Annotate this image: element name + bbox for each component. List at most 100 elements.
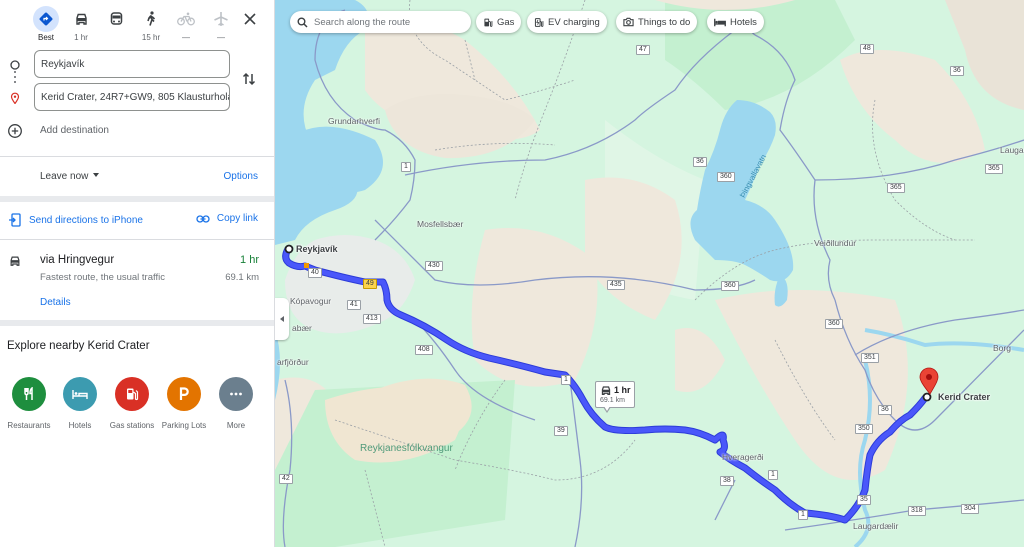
- route-name: via Hringvegur: [40, 254, 115, 266]
- origin-circle-icon: [10, 60, 20, 70]
- copy-link-button[interactable]: Copy link: [196, 213, 258, 224]
- road-shield: 430: [425, 261, 443, 271]
- category-gas-stations[interactable]: Gas stations: [102, 377, 162, 430]
- swap-waypoints-icon[interactable]: [240, 70, 258, 88]
- map-base: [275, 0, 1024, 547]
- section-separator: [0, 320, 274, 326]
- collapse-panel-button[interactable]: [275, 298, 289, 340]
- map-canvas[interactable]: Reykjavík Kerid Crater Grundarhverfi Mos…: [275, 0, 1024, 547]
- search-along-route-input[interactable]: Search along the route: [290, 11, 471, 33]
- details-link[interactable]: Details: [40, 297, 71, 308]
- road-shield: 40: [308, 268, 322, 278]
- divider: [0, 239, 274, 240]
- place-label: abær: [292, 323, 312, 333]
- camera-icon: [623, 17, 634, 27]
- leave-now-dropdown[interactable]: Leave now: [40, 171, 100, 182]
- road-shield: 38: [720, 476, 734, 486]
- route-duration-callout[interactable]: 1 hr 69.1 km: [595, 381, 635, 413]
- add-circle-icon: [8, 124, 22, 138]
- road-shield: 36: [878, 405, 892, 415]
- road-shield: 49: [363, 279, 377, 289]
- mode-best[interactable]: Best: [28, 6, 64, 43]
- place-label: Kópavogur: [290, 296, 332, 306]
- caret-down-icon: [93, 173, 100, 177]
- add-destination-button[interactable]: Add destination: [0, 120, 274, 142]
- road-shield: 47: [636, 45, 650, 55]
- ev-charging-icon: [534, 17, 544, 27]
- category-label: More: [226, 421, 246, 430]
- road-shield: 360: [825, 319, 843, 329]
- place-label-origin[interactable]: Reykjavík: [296, 244, 338, 254]
- callout-duration: 1 hr: [614, 385, 631, 395]
- chip-hotels[interactable]: Hotels: [707, 11, 764, 33]
- road-shield: 365: [985, 164, 1003, 174]
- road-shield: 42: [279, 474, 293, 484]
- place-label: Laugar: [1000, 145, 1024, 155]
- origin-input[interactable]: Reykjavík: [34, 50, 230, 78]
- route-option[interactable]: via Hringvegur 1 hr Fastest route, the u…: [0, 246, 274, 316]
- mode-driving[interactable]: 1 hr: [63, 6, 99, 43]
- road-shield: 48: [860, 44, 874, 54]
- leave-now-label: Leave now: [40, 171, 89, 182]
- restaurant-icon: [24, 387, 33, 400]
- mode-driving-label: 1 hr: [74, 33, 88, 42]
- section-separator: [0, 196, 274, 202]
- destination-row: Kerid Crater, 24R7+GW9, 805 Klausturhola: [0, 83, 274, 113]
- add-destination-label: Add destination: [40, 125, 109, 136]
- road-shield: 304: [961, 504, 979, 514]
- directions-panel: Best 1 hr 15 hr — — Reykjavík Kerid Crat…: [0, 0, 275, 547]
- mode-best-label: Best: [37, 33, 54, 42]
- chip-label: Hotels: [730, 16, 757, 28]
- mode-flights-label: —: [217, 33, 225, 42]
- parking-icon: [179, 387, 189, 400]
- place-label: Hveragerði: [722, 452, 764, 462]
- road-shield: 39: [554, 426, 568, 436]
- link-icon: [196, 214, 210, 223]
- origin-marker: [284, 244, 294, 254]
- destination-pin-icon: [10, 92, 20, 104]
- mode-flights[interactable]: —: [203, 6, 239, 43]
- category-more[interactable]: More: [206, 377, 266, 430]
- send-to-phone-button[interactable]: Send directions to iPhone: [9, 213, 143, 227]
- hotel-icon: [714, 18, 726, 26]
- options-button[interactable]: Options: [224, 171, 258, 182]
- road-shield: 1: [401, 162, 411, 172]
- road-shield: 351: [861, 353, 879, 363]
- place-label-destination[interactable]: Kerid Crater: [938, 392, 990, 402]
- best-route-icon: [39, 12, 53, 26]
- chip-things-to-do[interactable]: Things to do: [616, 11, 698, 33]
- road-shield: 360: [721, 281, 739, 291]
- train-icon: [110, 12, 122, 25]
- gas-station-icon: [484, 18, 493, 27]
- chip-label: EV charging: [548, 16, 600, 28]
- gas-station-icon: [127, 388, 139, 401]
- category-label: Gas stations: [109, 421, 155, 430]
- origin-row: Reykjavík: [0, 50, 274, 80]
- road-shield: 35: [857, 495, 871, 505]
- mode-cycling[interactable]: —: [168, 6, 204, 43]
- destination-input[interactable]: Kerid Crater, 24R7+GW9, 805 Klausturhola: [34, 83, 230, 111]
- mode-walking[interactable]: 15 hr: [133, 6, 169, 43]
- road-shield: 413: [363, 314, 381, 324]
- category-parking-lots[interactable]: Parking Lots: [154, 377, 214, 430]
- divider: [0, 156, 274, 157]
- chip-label: Things to do: [638, 16, 691, 28]
- car-icon: [75, 13, 87, 25]
- chip-gas[interactable]: Gas: [476, 11, 522, 33]
- mode-cycling-label: —: [182, 33, 190, 42]
- mode-transit[interactable]: [98, 6, 134, 43]
- category-hotels[interactable]: Hotels: [50, 377, 110, 430]
- airplane-icon: [214, 12, 228, 26]
- road-shield: 1: [768, 470, 778, 480]
- hotel-icon: [72, 390, 88, 399]
- chip-ev-charging[interactable]: EV charging: [527, 11, 607, 33]
- category-label: Hotels: [68, 421, 92, 430]
- road-shield: 408: [415, 345, 433, 355]
- chip-label: Gas: [497, 16, 515, 28]
- road-shield: 1: [561, 375, 571, 385]
- road-shield: 435: [607, 280, 625, 290]
- close-icon[interactable]: [241, 10, 259, 28]
- road-shield: 360: [717, 172, 735, 182]
- destination-marker: [922, 392, 932, 402]
- category-label: Parking Lots: [161, 421, 207, 430]
